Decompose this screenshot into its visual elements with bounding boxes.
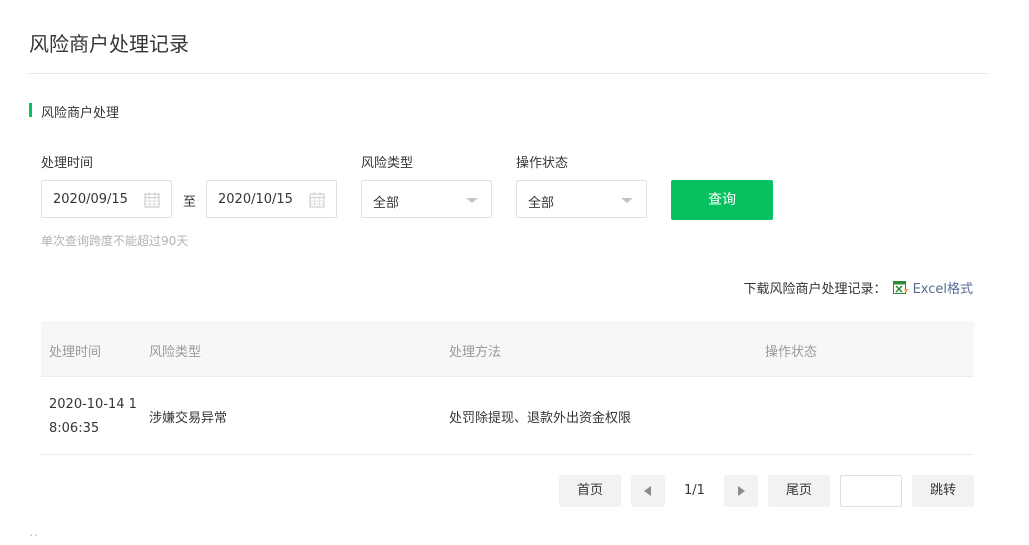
last-page-button[interactable]: 尾页 xyxy=(768,475,830,507)
column-header-risk-type: 风险类型 xyxy=(149,345,202,360)
excel-icon[interactable] xyxy=(892,280,909,295)
page-title: 风险商户处理记录 xyxy=(29,32,189,56)
table-row: 2020-10-14 18:06:35 涉嫌交易异常 处罚除提现、退款外出资金权… xyxy=(41,377,974,455)
time-label: 处理时间 xyxy=(41,156,94,171)
chevron-right-icon xyxy=(738,486,745,496)
section-accent-bar xyxy=(29,103,32,117)
column-header-status: 操作状态 xyxy=(765,345,818,360)
cell-risk-type: 涉嫌交易异常 xyxy=(149,411,228,426)
status-label: 操作状态 xyxy=(516,156,569,171)
start-date-value: 2020/09/15 xyxy=(53,192,128,207)
start-date-field[interactable]: 2020/09/15 xyxy=(41,180,172,218)
query-range-hint: 单次查询跨度不能超过90天 xyxy=(41,234,189,248)
caret-down-icon xyxy=(466,198,478,203)
title-divider xyxy=(29,73,987,74)
stray-mark: `` xyxy=(29,534,39,545)
calendar-icon[interactable] xyxy=(309,192,325,208)
risk-type-value: 全部 xyxy=(373,196,400,211)
jump-button[interactable]: 跳转 xyxy=(912,475,974,507)
column-header-time: 处理时间 xyxy=(49,345,102,360)
chevron-left-icon xyxy=(644,486,651,496)
excel-download-link[interactable]: Excel格式 xyxy=(913,278,973,297)
prev-page-button[interactable] xyxy=(631,475,665,507)
first-page-button[interactable]: 首页 xyxy=(559,475,621,507)
page-jump-input[interactable] xyxy=(840,475,902,507)
page-indicator: 1/1 xyxy=(684,483,705,498)
status-value: 全部 xyxy=(528,196,555,211)
risk-type-label: 风险类型 xyxy=(361,156,414,171)
end-date-field[interactable]: 2020/10/15 xyxy=(206,180,337,218)
calendar-icon[interactable] xyxy=(144,192,160,208)
download-row: 下载风险商户处理记录： Excel格式 xyxy=(744,278,973,297)
section-title: 风险商户处理 xyxy=(41,106,120,121)
column-header-method: 处理方法 xyxy=(449,345,502,360)
status-select[interactable]: 全部 xyxy=(516,180,647,218)
cell-method: 处罚除提现、退款外出资金权限 xyxy=(449,411,632,426)
query-button[interactable]: 查询 xyxy=(671,180,773,220)
table-header: 处理时间 风险类型 处理方法 操作状态 xyxy=(41,321,974,377)
risk-type-select[interactable]: 全部 xyxy=(361,180,492,218)
cell-time: 2020-10-14 18:06:35 xyxy=(49,397,137,436)
next-page-button[interactable] xyxy=(724,475,758,507)
download-label: 下载风险商户处理记录： xyxy=(743,282,887,297)
caret-down-icon xyxy=(621,198,633,203)
end-date-value: 2020/10/15 xyxy=(218,192,293,207)
range-separator: 至 xyxy=(183,195,197,210)
